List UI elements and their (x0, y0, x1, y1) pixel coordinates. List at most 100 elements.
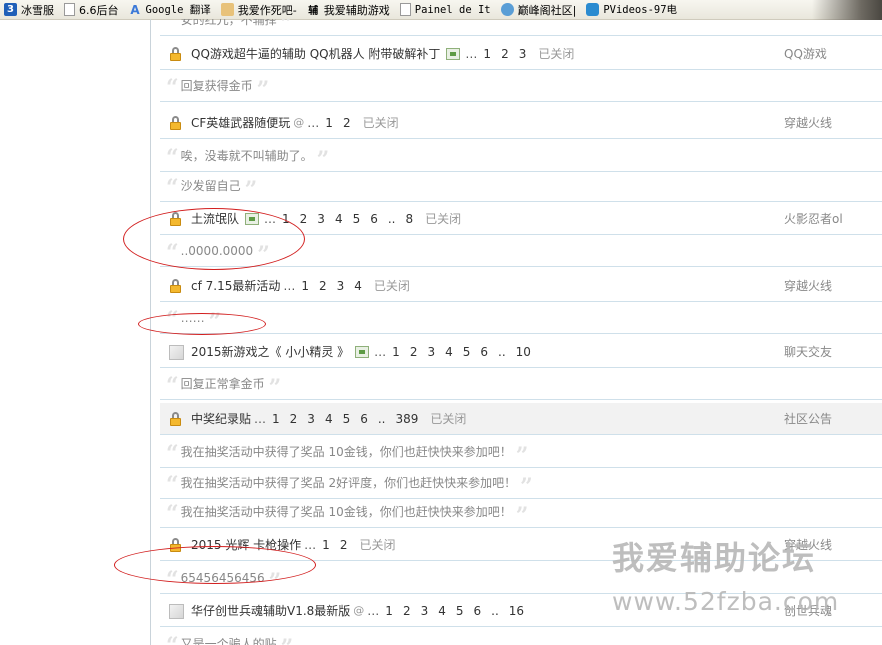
page-link[interactable]: 2 (403, 595, 411, 627)
page-link[interactable]: 3 (307, 403, 315, 435)
page-link[interactable]: 4 (438, 595, 446, 627)
bookmark-item[interactable]: 3 冰雪服 (0, 0, 60, 19)
page-link[interactable]: 1 (282, 203, 290, 235)
page-link[interactable]: 1 (385, 595, 393, 627)
divider (160, 201, 882, 202)
thread-title-link[interactable]: QQ游戏超牛逼的辅助 QQ机器人 附带破解补丁 (191, 38, 440, 70)
thread-title-link[interactable]: 2015 光辉 卡枪操作 (191, 529, 301, 561)
reply-text: 我在抽奖活动中获得了奖品 10金钱，你们也赶快快来参加吧！ (180, 505, 512, 519)
page-link[interactable]: 3 (317, 203, 325, 235)
page-link[interactable]: 2 (410, 336, 418, 368)
page-link[interactable]: 4 (335, 203, 343, 235)
closed-label: 已关闭 (359, 538, 396, 552)
forum-link[interactable]: 穿越火线 (784, 107, 832, 139)
page-link[interactable]: 1 (392, 336, 400, 368)
page-link[interactable]: 5 (463, 336, 471, 368)
reply-text: 唉，没毒就不叫辅助了。 (180, 149, 313, 163)
page-gap: .. (491, 604, 499, 618)
page-link[interactable]: 1 (483, 38, 491, 70)
number-3-icon: 3 (4, 3, 17, 16)
forum-link[interactable]: 穿越火线 (784, 270, 832, 302)
forum-link[interactable]: QQ游戏 (784, 38, 827, 70)
folder-shape (169, 345, 184, 360)
page-link[interactable]: 3 (337, 270, 345, 302)
reply-text: ..0000.0000 (180, 244, 254, 258)
bookmark-item[interactable]: 辅我爱辅助游戏 (303, 0, 396, 19)
thread-title-link[interactable]: 土流氓队 (191, 203, 239, 235)
attachment-icon: @ (293, 116, 305, 129)
bookmark-item[interactable]: 6.6后台 (60, 0, 125, 19)
ellipsis: … (254, 412, 267, 426)
table-row: 华仔创世兵魂辅助V1.8最新版 @… 1 2 3 4 5 6.. 16 创世兵魂 (160, 595, 882, 627)
bookmark-item[interactable]: 巅峰阁社区| (497, 0, 583, 19)
page-link[interactable]: 6 (474, 595, 482, 627)
thread-title-link[interactable]: 2015新游戏之《 小小精灵 》 (191, 336, 349, 368)
page-link[interactable]: 5 (456, 595, 464, 627)
forum-link[interactable]: 穿越火线 (784, 529, 832, 561)
page-link[interactable]: 4 (445, 336, 453, 368)
quote-close-icon: ” (280, 19, 294, 37)
page-link[interactable]: 2 (340, 529, 348, 561)
reply-text: 安的红亢，不辅择 (180, 19, 277, 27)
reply-preview: “ 安的红亢，不辅择 ” (166, 19, 293, 37)
page-link[interactable]: 2 (343, 107, 351, 139)
divider (160, 138, 882, 139)
bookmark-label: Google 翻译 (145, 4, 211, 16)
page-link[interactable]: 4 (325, 403, 333, 435)
page-link[interactable]: 1 (272, 403, 280, 435)
page-link[interactable]: 5 (353, 203, 361, 235)
page-link[interactable]: 6 (360, 403, 368, 435)
forum-link[interactable]: 创世兵魂 (784, 595, 832, 627)
page-link[interactable]: 1 (325, 107, 333, 139)
page-link[interactable]: 6 (480, 336, 488, 368)
lock-icon (169, 116, 182, 130)
thread-title-link[interactable]: 华仔创世兵魂辅助V1.8最新版 (191, 595, 350, 627)
list-item: “我在抽奖活动中获得了奖品 10金钱，你们也赶快快来参加吧！” (160, 496, 882, 529)
page-link[interactable]: 6 (370, 203, 378, 235)
page-link[interactable]: 4 (354, 270, 362, 302)
ellipsis: … (307, 116, 320, 130)
forum-link[interactable]: 火影忍者ol (784, 203, 843, 235)
page-link[interactable]: 5 (343, 403, 351, 435)
forum-link[interactable]: 聊天交友 (784, 336, 832, 368)
page-link[interactable]: 2 (290, 403, 298, 435)
bookmark-item[interactable]: A Google 翻译 (125, 0, 217, 19)
page-link[interactable]: 3 (519, 38, 527, 70)
folder-shape (169, 604, 184, 619)
page-link[interactable]: 2 (501, 38, 509, 70)
page-link[interactable]: 8 (406, 203, 414, 235)
thread-line: QQ游戏超牛逼的辅助 QQ机器人 附带破解补丁 … 1 2 3 已关闭 (191, 38, 574, 70)
bookmark-label: 我爱辅助游戏 (323, 3, 390, 17)
ellipsis: … (304, 538, 317, 552)
page-link[interactable]: 2 (319, 270, 327, 302)
quote-open-icon: “ (166, 630, 179, 645)
bookmark-label: 6.6后台 (79, 3, 119, 17)
bookmark-label: 我爱作死吧- (237, 3, 297, 17)
page-link[interactable]: 3 (421, 595, 429, 627)
table-row: cf 7.15最新活动… 1 2 3 4 已关闭 穿越火线 (160, 270, 882, 302)
page-link[interactable]: 10 (516, 336, 531, 368)
page-link[interactable]: 1 (301, 270, 309, 302)
page-link[interactable]: 1 (322, 529, 330, 561)
bookmark-item[interactable]: Painel de It (396, 0, 497, 19)
ellipsis: … (264, 212, 277, 226)
thread-title-link[interactable]: cf 7.15最新活动 (191, 270, 280, 302)
thread-title-link[interactable]: 中奖纪录贴 (191, 403, 251, 435)
page-link[interactable]: 3 (427, 336, 435, 368)
page-icon (64, 3, 75, 16)
bookmark-item[interactable]: PVideos-97电 (582, 0, 683, 19)
page-link[interactable]: 2 (300, 203, 308, 235)
ellipsis: … (367, 604, 380, 618)
reply-preview: “又是一个骗人的贴 ” (166, 628, 293, 645)
forum-link[interactable]: 社区公告 (784, 403, 832, 435)
divider (160, 266, 882, 267)
thread-title-link[interactable]: CF英雄武器随便玩 (191, 107, 290, 139)
table-row: 2015新游戏之《 小小精灵 》 … 1 2 3 4 5 6.. 10 聊天交友 (160, 336, 882, 368)
lock-body (170, 122, 181, 130)
page-link[interactable]: 389 (396, 403, 419, 435)
bookmark-item[interactable]: 我爱作死吧- (217, 0, 303, 19)
list-item: “又是一个骗人的贴 ” (160, 628, 882, 645)
reply-text: 回复正常拿金币 (180, 377, 265, 391)
page-link[interactable]: 16 (509, 595, 524, 627)
lock-body (170, 418, 181, 426)
